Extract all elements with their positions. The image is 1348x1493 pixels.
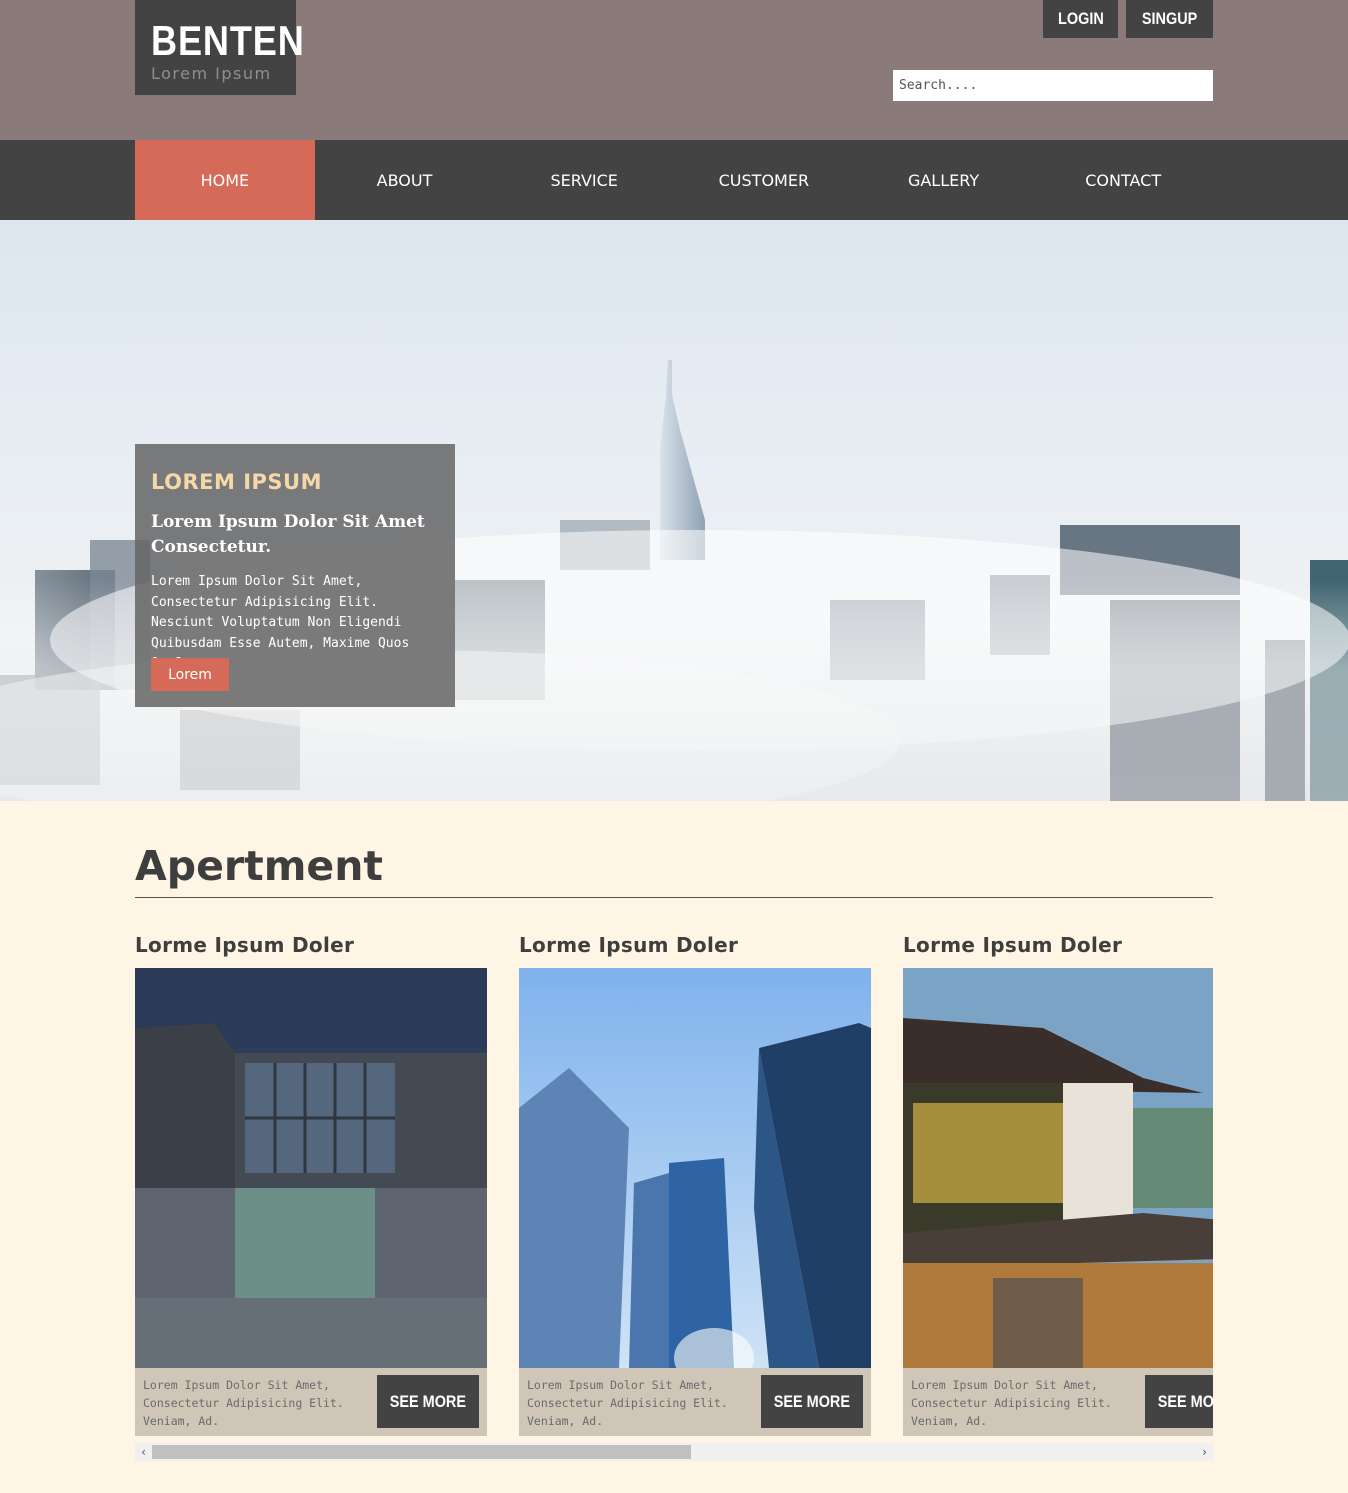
apartment-card: Lorme Ipsum Doler Lorem Ipsum Dolor Sit … [903, 930, 1213, 1436]
site-header: BENTEN Lorem Ipsum LOGIN SINGUP [0, 0, 1348, 140]
chevron-right-icon[interactable]: › [1196, 1443, 1213, 1461]
see-more-label: SEE MORE [1157, 1391, 1213, 1411]
see-more-button[interactable]: SEE MORE [761, 1375, 863, 1428]
login-button[interactable]: LOGIN [1043, 0, 1118, 38]
card-footer: Lorem Ipsum Dolor Sit Amet, Consectetur … [135, 1368, 487, 1436]
see-more-label: SEE MORE [389, 1391, 467, 1411]
section-title: Apertment [135, 842, 384, 890]
nav-item-about[interactable]: ABOUT [315, 140, 495, 220]
main-nav: HOME ABOUT SERVICE CUSTOMER GALLERY CONT… [0, 140, 1348, 220]
card-carousel[interactable]: Lorme Ipsum Doler Lorem Ipsum Dolor Sit … [135, 930, 1213, 1437]
nav-item-customer[interactable]: CUSTOMER [674, 140, 854, 220]
card-description: Lorem Ipsum Dolor Sit Amet, Consectetur … [527, 1378, 728, 1428]
see-more-button[interactable]: SEE MORE [1145, 1375, 1213, 1428]
chevron-left-icon[interactable]: ‹ [135, 1443, 152, 1461]
apartment-card: Lorme Ipsum Doler Lorem Ipsum Dolor Sit … [519, 930, 871, 1436]
scrollbar-thumb[interactable] [152, 1445, 691, 1459]
card-footer: Lorem Ipsum Dolor Sit Amet, Consectetur … [903, 1368, 1213, 1436]
hero-heading: Lorem Ipsum Dolor Sit Amet Consectetur. [151, 512, 425, 557]
logo[interactable]: BENTEN Lorem Ipsum [135, 0, 304, 95]
section-divider [135, 897, 1213, 898]
nav-item-contact[interactable]: CONTACT [1033, 140, 1213, 220]
card-footer: Lorem Ipsum Dolor Sit Amet, Consectetur … [519, 1368, 871, 1436]
apartment-card: Lorme Ipsum Doler Lorem Ipsum Dolor Sit … [135, 930, 487, 1436]
see-more-button[interactable]: SEE MORE [377, 1375, 479, 1428]
hero-button[interactable]: Lorem [151, 658, 229, 691]
logo-subtitle: Lorem Ipsum [151, 64, 272, 83]
logo-title: BENTEN [151, 17, 305, 64]
card-title: Lorme Ipsum Doler [135, 933, 355, 957]
login-label: LOGIN [1057, 9, 1104, 28]
nav-item-gallery[interactable]: GALLERY [854, 140, 1034, 220]
see-more-label: SEE MORE [773, 1391, 851, 1411]
signup-label: SINGUP [1141, 9, 1198, 28]
search-input[interactable] [893, 70, 1213, 101]
card-image-modern-building[interactable] [135, 968, 487, 1368]
nav-item-service[interactable]: SERVICE [494, 140, 674, 220]
card-image-skyscrapers[interactable] [519, 968, 871, 1368]
horizontal-scrollbar[interactable]: ‹ › [135, 1443, 1213, 1461]
hero-banner: LOREM IPSUM Lorem Ipsum Dolor Sit Amet C… [0, 220, 1348, 801]
hero-caption-box: LOREM IPSUM Lorem Ipsum Dolor Sit Amet C… [135, 444, 455, 707]
nav-item-home[interactable]: HOME [135, 140, 315, 220]
card-description: Lorem Ipsum Dolor Sit Amet, Consectetur … [911, 1378, 1112, 1428]
hero-kicker: LOREM IPSUM [151, 470, 322, 494]
signup-button[interactable]: SINGUP [1126, 0, 1213, 38]
card-description: Lorem Ipsum Dolor Sit Amet, Consectetur … [143, 1378, 344, 1428]
card-title: Lorme Ipsum Doler [903, 933, 1123, 957]
card-image-villa[interactable] [903, 968, 1213, 1368]
card-title: Lorme Ipsum Doler [519, 933, 739, 957]
